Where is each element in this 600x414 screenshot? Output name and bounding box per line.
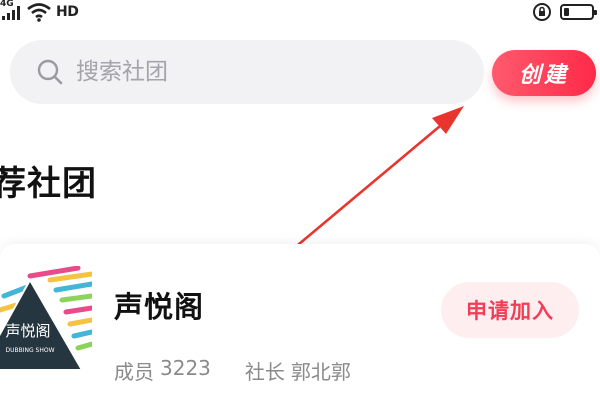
club-name[interactable]: 声悦阁 xyxy=(114,284,204,326)
club-logo-subtext: DUBBING SHOW xyxy=(5,347,54,354)
battery-icon xyxy=(560,4,597,20)
create-button[interactable]: 创建 xyxy=(492,50,596,96)
members-count: 3223 xyxy=(160,356,211,380)
club-meta: 成员 3223 社长 郭北郭 xyxy=(114,356,351,385)
search-icon xyxy=(37,59,63,85)
leader-label: 社长 xyxy=(244,360,285,384)
club-logo: 声悦阁 DUBBING SHOW xyxy=(0,266,92,371)
join-button[interactable]: 申请加入 xyxy=(441,282,579,338)
signal-icon: 4G xyxy=(0,0,22,22)
leader-name: 郭北郭 xyxy=(290,360,351,384)
search-input[interactable] xyxy=(74,58,458,86)
hd-label: HD xyxy=(56,4,79,20)
members-label: 成员 xyxy=(114,360,154,384)
wifi-icon xyxy=(27,3,51,22)
status-bar: 4G HD xyxy=(0,0,600,28)
club-logo-text: 声悦阁 xyxy=(5,322,50,340)
search-bar[interactable] xyxy=(10,40,484,104)
network-type-label: 4G xyxy=(0,0,14,9)
rotation-lock-icon xyxy=(533,3,551,21)
section-title: 荐社团 xyxy=(0,164,97,204)
